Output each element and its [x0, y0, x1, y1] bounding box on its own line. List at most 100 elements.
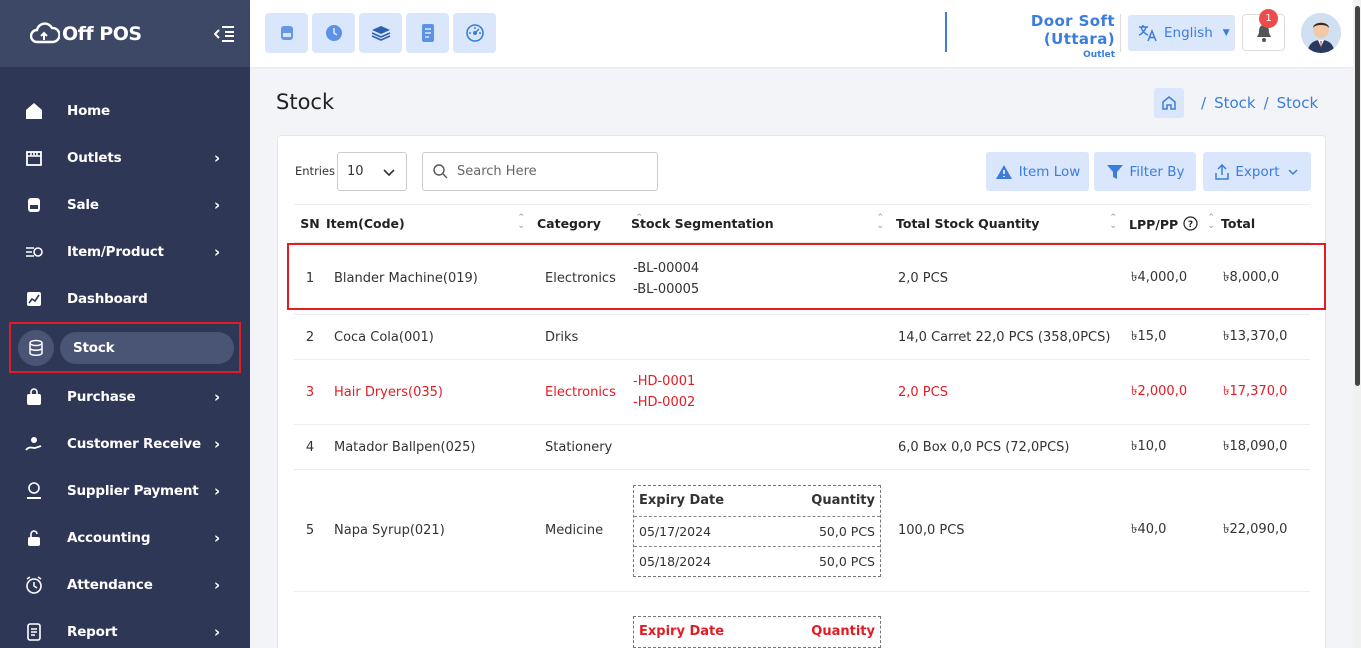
- chevron-right-icon: ›: [214, 242, 220, 261]
- entries-label: Entries: [295, 164, 336, 178]
- search-box[interactable]: [422, 152, 658, 191]
- entries-select[interactable]: 10: [337, 152, 407, 191]
- cell-item: Napa Syrup(021): [326, 469, 537, 592]
- sidebar-item-supplier-payment[interactable]: Supplier Payment ›: [0, 467, 250, 514]
- cell-category: [537, 591, 631, 648]
- chevron-right-icon: ›: [214, 195, 220, 214]
- dashboard-shortcut-button[interactable]: [453, 13, 496, 53]
- column-header-segmentation[interactable]: Stock Segmentation ⌃ ⌄: [631, 204, 896, 243]
- sidebar-item-label: Dashboard: [67, 290, 148, 307]
- table-row[interactable]: Expiry Date Quantity: [294, 591, 1310, 648]
- sort-icon: ⌃ ⌄: [876, 213, 884, 231]
- store-info[interactable]: Door Soft (Uttara) Outlet: [945, 12, 1115, 60]
- column-header-item[interactable]: Item(Code) ⌃ ⌄: [326, 204, 537, 243]
- caret-down-icon: ▼: [1222, 28, 1230, 38]
- expiry-qty: 50,0 PCS: [818, 553, 875, 569]
- store-icon: [24, 148, 44, 168]
- cell-total-qty: 6,0 Box 0,0 PCS (72,0PCS): [896, 424, 1129, 470]
- cell-total-qty: 2,0 PCS: [896, 242, 1129, 315]
- warning-icon: [995, 164, 1012, 179]
- user-avatar-icon: [1301, 13, 1341, 53]
- app-logo[interactable]: Off POS: [30, 21, 142, 47]
- cell-lpp: ৳10,0: [1129, 424, 1221, 470]
- cell-total-qty: 100,0 PCS: [896, 469, 1129, 592]
- expiry-row: 05/18/2024 50,0 PCS: [634, 545, 880, 576]
- help-icon[interactable]: ?: [1182, 215, 1198, 231]
- svg-text:?: ?: [1187, 220, 1192, 230]
- menu-collapse-icon: [214, 25, 234, 42]
- collapse-sidebar-button[interactable]: [212, 22, 236, 46]
- sidebar-item-stock[interactable]: Stock: [9, 322, 241, 373]
- expiry-header: Expiry Date Quantity: [634, 486, 880, 516]
- table-row[interactable]: 4 Matador Ballpen(025) Stationery 6,0 Bo…: [294, 424, 1310, 470]
- page-scrollbar[interactable]: [1353, 0, 1361, 648]
- table-row[interactable]: 3 Hair Dryers(035) Electronics -HD-0001-…: [294, 359, 1310, 425]
- breadcrumb-home-button[interactable]: [1154, 88, 1184, 118]
- cell-total-qty: 2,0 PCS: [896, 359, 1129, 425]
- scrollbar-thumb[interactable]: [1355, 6, 1360, 386]
- cell-total-qty: [896, 591, 1129, 648]
- store-type: Outlet: [1083, 50, 1115, 60]
- sidebar-item-home[interactable]: Home: [0, 87, 250, 134]
- cell-segmentation: Expiry Date Quantity 05/17/2024 50,0 PCS…: [631, 469, 896, 592]
- document-shortcut-button[interactable]: [406, 13, 449, 53]
- cell-category: Medicine: [537, 469, 631, 592]
- chevron-right-icon: ›: [214, 622, 220, 641]
- breadcrumb-stock-link[interactable]: Stock: [1214, 94, 1256, 112]
- sidebar-item-label: Sale: [67, 196, 99, 213]
- cell-sn: 2: [294, 314, 326, 360]
- sidebar-item-item-product[interactable]: Item/Product ›: [0, 228, 250, 275]
- sidebar-item-purchase[interactable]: Purchase ›: [0, 373, 250, 420]
- sidebar-item-attendance[interactable]: Attendance ›: [0, 561, 250, 608]
- table-row[interactable]: 1 Blander Machine(019) Electronics -BL-0…: [294, 242, 1310, 315]
- chevron-right-icon: ›: [214, 148, 220, 167]
- home-icon: [1162, 96, 1176, 110]
- breadcrumb-separator: /: [1263, 94, 1269, 112]
- sidebar-item-customer-receive[interactable]: Customer Receive ›: [0, 420, 250, 467]
- table-header-row: SN Item(Code) ⌃ ⌄ Category ⌃ ⌄ Stock Segment…: [294, 204, 1310, 243]
- column-header-total-qty-label: Total Stock Quantity: [896, 216, 1040, 231]
- column-header-lpp-label: LPP/PP: [1129, 216, 1179, 232]
- export-button[interactable]: Export: [1203, 152, 1311, 191]
- avatar[interactable]: [1301, 13, 1341, 53]
- cell-total: ৳8,000,0: [1221, 242, 1310, 315]
- sidebar-item-label: Purchase: [67, 388, 136, 405]
- chevron-right-icon: ›: [214, 387, 220, 406]
- segment-code: -BL-00004: [633, 260, 700, 276]
- sidebar-item-label: Supplier Payment: [67, 482, 199, 499]
- report-icon: [24, 622, 44, 642]
- pos-shortcut-button[interactable]: [265, 13, 308, 53]
- sidebar-item-sale[interactable]: Sale ›: [0, 181, 250, 228]
- sort-icon: ⌃ ⌄: [1109, 213, 1117, 231]
- layers-shortcut-button[interactable]: [359, 13, 402, 53]
- column-header-total-qty[interactable]: Total Stock Quantity ⌃ ⌄: [896, 204, 1129, 243]
- column-header-lpp[interactable]: LPP/PP ? ⌃ ⌄: [1129, 204, 1221, 243]
- sidebar-item-accounting[interactable]: Accounting ›: [0, 514, 250, 561]
- sidebar: Off POS Home Outlets › Sale › Item/Product › Da…: [0, 0, 250, 648]
- expiry-qty: 50,0 PCS: [818, 523, 875, 539]
- sidebar-item-report[interactable]: Report ›: [0, 608, 250, 648]
- clock-shortcut-button[interactable]: [312, 13, 355, 53]
- cell-lpp: [1129, 591, 1221, 648]
- item-low-button[interactable]: Item Low: [986, 152, 1089, 191]
- store-name: Door Soft (Uttara): [1030, 12, 1115, 48]
- cell-lpp: ৳4,000,0: [1129, 242, 1221, 315]
- column-header-segmentation-label: Stock Segmentation: [631, 216, 774, 231]
- expiry-header: Expiry Date Quantity: [634, 617, 880, 647]
- search-icon: [433, 164, 448, 179]
- database-icon: [18, 329, 54, 366]
- product-icon: [24, 242, 44, 262]
- table-row[interactable]: 5 Napa Syrup(021) Medicine Expiry Date Q…: [294, 469, 1310, 592]
- sidebar-item-outlets[interactable]: Outlets ›: [0, 134, 250, 181]
- cell-segmentation: Expiry Date Quantity: [631, 591, 896, 648]
- sidebar-item-dashboard[interactable]: Dashboard: [0, 275, 250, 322]
- filter-by-label: Filter By: [1129, 163, 1185, 180]
- language-select[interactable]: English ▼: [1128, 15, 1235, 51]
- cell-lpp: ৳40,0: [1129, 469, 1221, 592]
- search-input[interactable]: [457, 164, 647, 179]
- table-row[interactable]: 2 Coca Cola(001) Driks 14,0 Carret 22,0 …: [294, 314, 1310, 360]
- pos-icon: [280, 26, 293, 40]
- upload-icon: [1215, 163, 1230, 180]
- column-header-category[interactable]: Category ⌃ ⌄: [537, 204, 643, 243]
- filter-by-button[interactable]: Filter By: [1094, 152, 1196, 191]
